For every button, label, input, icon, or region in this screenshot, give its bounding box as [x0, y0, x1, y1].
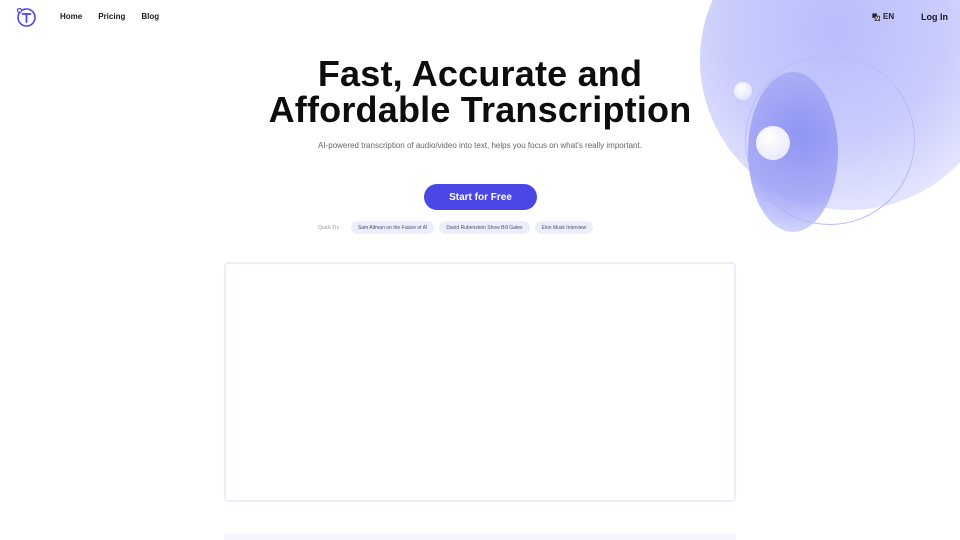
hero-subtitle: AI-powered transcription of audio/video …	[318, 141, 642, 150]
demo-video-panel[interactable]	[224, 262, 736, 502]
nav-home-link[interactable]: Home	[60, 12, 82, 21]
start-for-free-button[interactable]: Start for Free	[424, 184, 537, 210]
top-navigation-bar: Home Pricing Blog EN Log In	[0, 0, 960, 36]
quick-try-chip-david-rubenstein[interactable]: David Rubenstein Show Bill Gates	[439, 221, 530, 234]
quick-try-chip-sam-altman[interactable]: Sam Altman on the Future of AI	[350, 221, 435, 234]
t-logo-icon[interactable]	[16, 7, 36, 27]
hero-title-line-1: Fast, Accurate and	[317, 53, 643, 94]
login-link[interactable]: Log In	[921, 12, 948, 22]
next-section-edge	[224, 534, 736, 540]
nav-pricing-link[interactable]: Pricing	[98, 12, 125, 21]
nav-blog-link[interactable]: Blog	[141, 12, 159, 21]
translate-icon	[872, 12, 880, 21]
main-nav: Home Pricing Blog	[60, 12, 159, 21]
hero-title: Fast, Accurate and Affordable Transcript…	[0, 56, 960, 128]
language-switcher[interactable]: EN	[872, 12, 894, 21]
quick-try-chip-elon-musk[interactable]: Elon Musk Interview	[534, 221, 594, 234]
hero-title-line-2: Affordable Transcription	[268, 89, 692, 130]
quick-try-label: Quick Try :	[318, 224, 342, 231]
quick-try-row: Quick Try : Sam Altman on the Future of …	[318, 221, 594, 234]
language-label: EN	[883, 12, 895, 21]
